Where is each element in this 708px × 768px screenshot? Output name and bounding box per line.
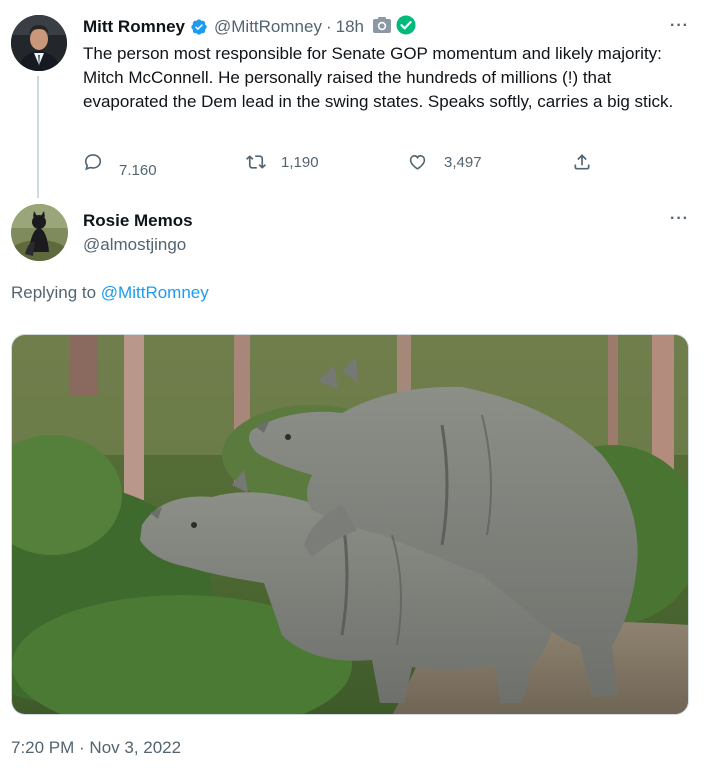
verified-badge-icon — [190, 18, 208, 36]
retweet-count: 1,190 — [281, 153, 319, 171]
replying-to-link[interactable]: @MittRomney — [101, 283, 209, 302]
dot-separator: · — [325, 17, 332, 36]
reply-more-options-button[interactable]: ··· — [670, 210, 689, 228]
author-handle[interactable]: @MittRomney — [214, 17, 322, 37]
reply-icon — [83, 152, 103, 172]
replying-to-label: Replying to — [11, 283, 97, 302]
reply-timestamp[interactable]: 7:20 PM · Nov 3, 2022 — [11, 738, 181, 758]
reply-count: 7.160 — [119, 161, 157, 179]
camera-icon — [372, 16, 392, 39]
tweet-text: The person most responsible for Senate G… — [83, 44, 674, 111]
like-button[interactable]: 3,497 — [407, 152, 482, 172]
heart-icon — [407, 152, 428, 172]
tweet-action-bar: 7.160 1,190 3,497 — [83, 150, 603, 179]
romney-avatar-image — [11, 15, 67, 71]
reply-author-name-row: Rosie Memos — [83, 210, 193, 232]
reply-button[interactable]: 7.160 — [83, 152, 157, 179]
thread-connector-line — [37, 76, 39, 198]
retweet-button[interactable]: 1,190 — [245, 152, 319, 172]
original-tweet-header: Mitt Romney @MittRomney · 18h — [83, 15, 416, 40]
retweet-icon — [245, 152, 267, 172]
more-options-button[interactable]: ··· — [670, 17, 689, 35]
check-circle-icon — [396, 15, 416, 40]
share-button[interactable] — [572, 152, 592, 172]
reply-author-handle[interactable]: @almostjingo — [83, 235, 186, 255]
romney-avatar[interactable] — [11, 15, 67, 71]
reply-author-name[interactable]: Rosie Memos — [83, 211, 193, 231]
reply-author-handle-row: @almostjingo — [83, 234, 186, 256]
rhinos-photo — [12, 335, 688, 714]
rosie-avatar-image — [11, 204, 68, 261]
author-name[interactable]: Mitt Romney — [83, 17, 185, 37]
replying-to-line: Replying to @MittRomney — [11, 283, 209, 303]
share-icon — [572, 152, 592, 172]
like-count: 3,497 — [444, 153, 482, 171]
tweet-photo[interactable] — [11, 334, 689, 715]
tweet-time[interactable]: 18h — [336, 17, 364, 37]
rosie-avatar[interactable] — [11, 204, 68, 261]
